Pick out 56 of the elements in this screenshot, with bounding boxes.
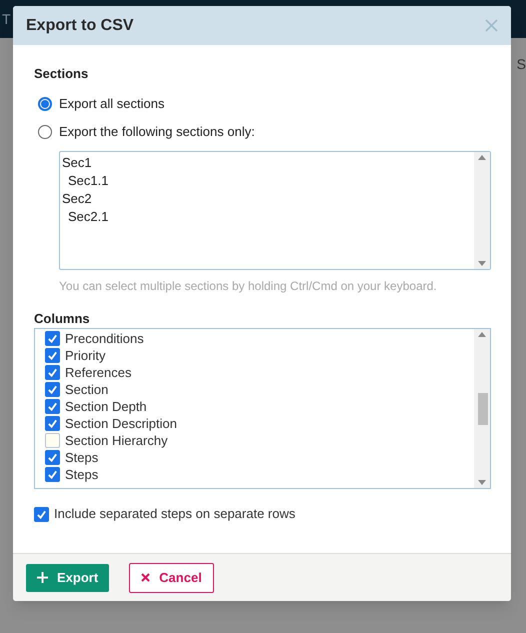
section-option[interactable]: Sec2 (62, 190, 474, 208)
check-icon (47, 384, 58, 395)
background-text: S (516, 55, 526, 74)
scroll-down-icon[interactable] (478, 261, 486, 266)
column-label: Steps (65, 466, 98, 484)
scroll-up-icon[interactable] (478, 155, 486, 160)
section-option[interactable]: Sec1 (62, 154, 474, 172)
checked-checkbox[interactable] (45, 365, 60, 380)
sections-listbox[interactable]: Sec1 Sec1.1 Sec2 Sec2.1 (59, 151, 491, 270)
section-option[interactable]: Sec1.1 (62, 172, 474, 190)
scrollbar-thumb[interactable] (478, 393, 488, 425)
radio-button[interactable] (38, 96, 52, 110)
column-label: Section Hierarchy (65, 432, 168, 450)
scroll-up-icon[interactable] (478, 332, 486, 337)
checked-checkbox[interactable] (45, 348, 60, 363)
dialog-title: Export to CSV (26, 16, 134, 36)
export-button[interactable]: Export (26, 564, 110, 592)
check-icon (47, 367, 58, 378)
radio-button[interactable] (38, 124, 52, 138)
hint-text: You can select multiple sections by holding Ctrl/Cmd on your keyboard. (59, 278, 438, 295)
check-icon (47, 452, 58, 463)
checked-checkbox[interactable] (45, 382, 60, 397)
check-icon (47, 469, 58, 480)
checked-checkbox[interactable] (45, 467, 60, 482)
checkbox-label: Include separated steps on separate rows (54, 505, 296, 524)
close-icon (141, 573, 150, 582)
columns-listbox[interactable]: Preconditions Priority References Section Section Depth Section Description Section Hierarchy Steps Steps (34, 328, 491, 489)
column-label: References (65, 364, 132, 382)
radio-label: Export the following sections only: (59, 122, 255, 141)
check-icon (47, 418, 58, 429)
section-heading: Sections (34, 66, 90, 82)
column-label: Steps (65, 448, 98, 467)
column-label: Section Depth (65, 398, 147, 416)
cancel-button[interactable]: Cancel (129, 562, 214, 592)
check-icon (47, 333, 58, 344)
checked-checkbox[interactable] (45, 450, 60, 465)
checkbox[interactable] (45, 433, 60, 448)
column-label: Priority (65, 346, 106, 365)
checked-checkbox[interactable] (45, 399, 60, 414)
header-text: T (2, 10, 11, 29)
column-label: Section (65, 380, 108, 399)
column-label: Preconditions (65, 330, 144, 348)
plus-icon (37, 572, 48, 583)
checked-checkbox[interactable] (45, 416, 60, 431)
section-option[interactable]: Sec2.1 (62, 208, 474, 226)
check-icon (47, 350, 58, 361)
column-label: Section Description (65, 414, 177, 433)
scrollbar[interactable] (474, 329, 490, 488)
checked-checkbox[interactable] (34, 506, 49, 522)
check-icon (47, 401, 58, 412)
checked-checkbox[interactable] (45, 331, 60, 346)
scroll-down-icon[interactable] (478, 480, 486, 485)
check-icon (36, 508, 47, 520)
columns-heading: Columns (34, 312, 91, 326)
scrollbar[interactable] (474, 152, 490, 269)
radio-label: Export all sections (59, 94, 164, 113)
